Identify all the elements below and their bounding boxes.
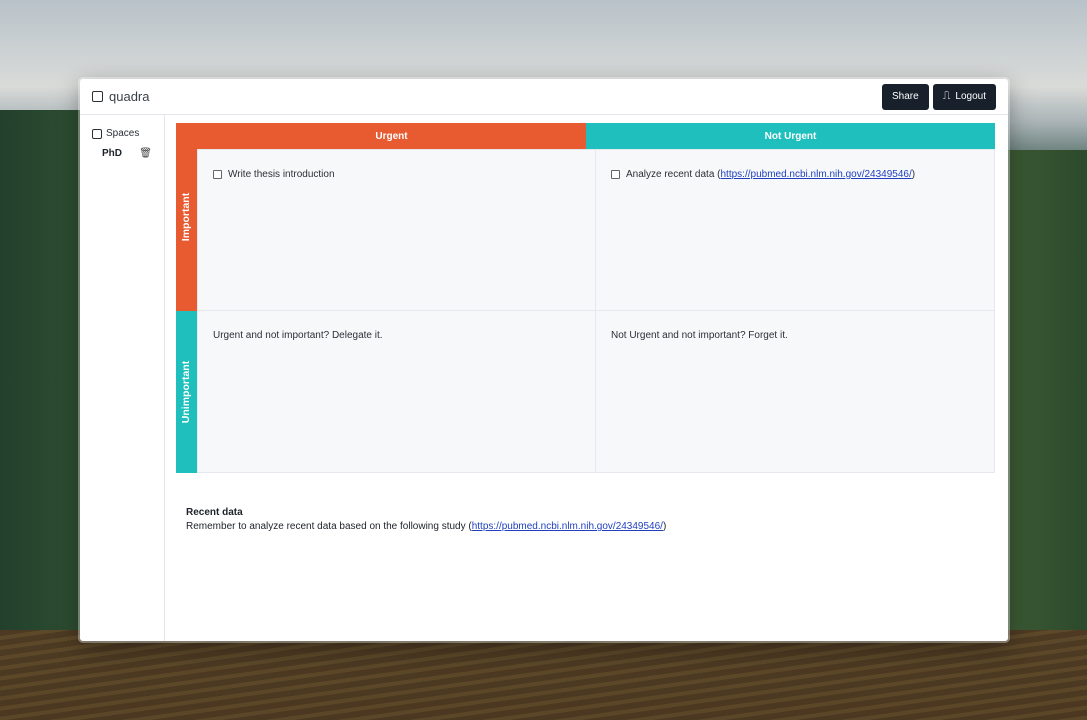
trash-icon[interactable]: 🗑 [139,148,152,159]
quadrant-noturgent-unimportant[interactable]: Not Urgent and not important? Forget it. [595,310,995,473]
task-text-suffix: ) [911,169,916,180]
quadrant-hint: Not Urgent and not important? Forget it. [611,330,788,341]
row-label: Important [180,192,193,242]
column-label: Urgent [375,130,408,142]
share-button[interactable]: Share [882,83,929,110]
logout-icon: ⎍ [942,90,951,102]
task-item: Analyze recent data (https://pubmed.ncbi… [611,169,979,180]
quadrant-urgent-unimportant[interactable]: Urgent and not important? Delegate it. [197,310,596,473]
notes-link[interactable]: https://pubmed.ncbi.nlm.nih.gov/24349546… [472,521,663,532]
task-link[interactable]: https://pubmed.ncbi.nlm.nih.gov/24349546… [721,169,912,180]
notes-text: Remember to analyze recent data based on… [186,521,472,532]
spaces-label: Spaces [106,128,140,139]
background-forest-left [0,110,90,630]
checkbox-icon[interactable] [611,170,620,179]
eisenhower-matrix: Urgent Not Urgent Important Unimportant … [176,123,995,473]
notes-section[interactable]: Recent data Remember to analyze recent d… [186,507,666,532]
column-label: Not Urgent [764,130,817,142]
background-forest-right [1007,150,1087,630]
square-icon [92,128,102,139]
sidebar: Spaces PhD 🗑 [80,115,165,641]
task-text: Analyze recent data ( [626,169,721,180]
top-bar: quadra Share ⎍ Logout [80,79,1008,115]
app-name: quadra [109,89,150,104]
task-label: Write thesis introduction [228,169,335,180]
logout-label: Logout [955,91,986,102]
task-label: Analyze recent data (https://pubmed.ncbi… [626,169,915,180]
background-field [0,630,1087,720]
notes-title: Recent data [186,507,243,518]
sidebar-item-phd[interactable]: PhD 🗑 [102,148,152,159]
quadrant-urgent-important[interactable]: Write thesis introduction [197,149,596,311]
share-label: Share [892,91,919,102]
notes-text-suffix: ) [662,521,667,532]
quadrant-noturgent-important[interactable]: Analyze recent data (https://pubmed.ncbi… [595,149,995,311]
row-header-unimportant: Unimportant [176,311,197,473]
notes-body: Remember to analyze recent data based on… [186,521,666,532]
column-header-not-urgent: Not Urgent [586,123,995,149]
logout-button[interactable]: ⎍ Logout [932,83,996,110]
square-logo-icon [92,91,103,102]
column-header-urgent: Urgent [197,123,586,149]
brand[interactable]: quadra [92,89,149,104]
sidebar-item-label: PhD [102,148,122,159]
row-header-important: Important [176,123,197,311]
quadrant-hint: Urgent and not important? Delegate it. [213,330,383,341]
checkbox-icon[interactable] [213,170,222,179]
row-label: Unimportant [180,360,193,424]
topbar-actions: Share ⎍ Logout [882,83,996,110]
task-item: Write thesis introduction [213,169,580,180]
spaces-link[interactable]: Spaces [92,128,164,139]
app-window: quadra Share ⎍ Logout Spaces PhD 🗑 Urgen… [80,79,1008,641]
